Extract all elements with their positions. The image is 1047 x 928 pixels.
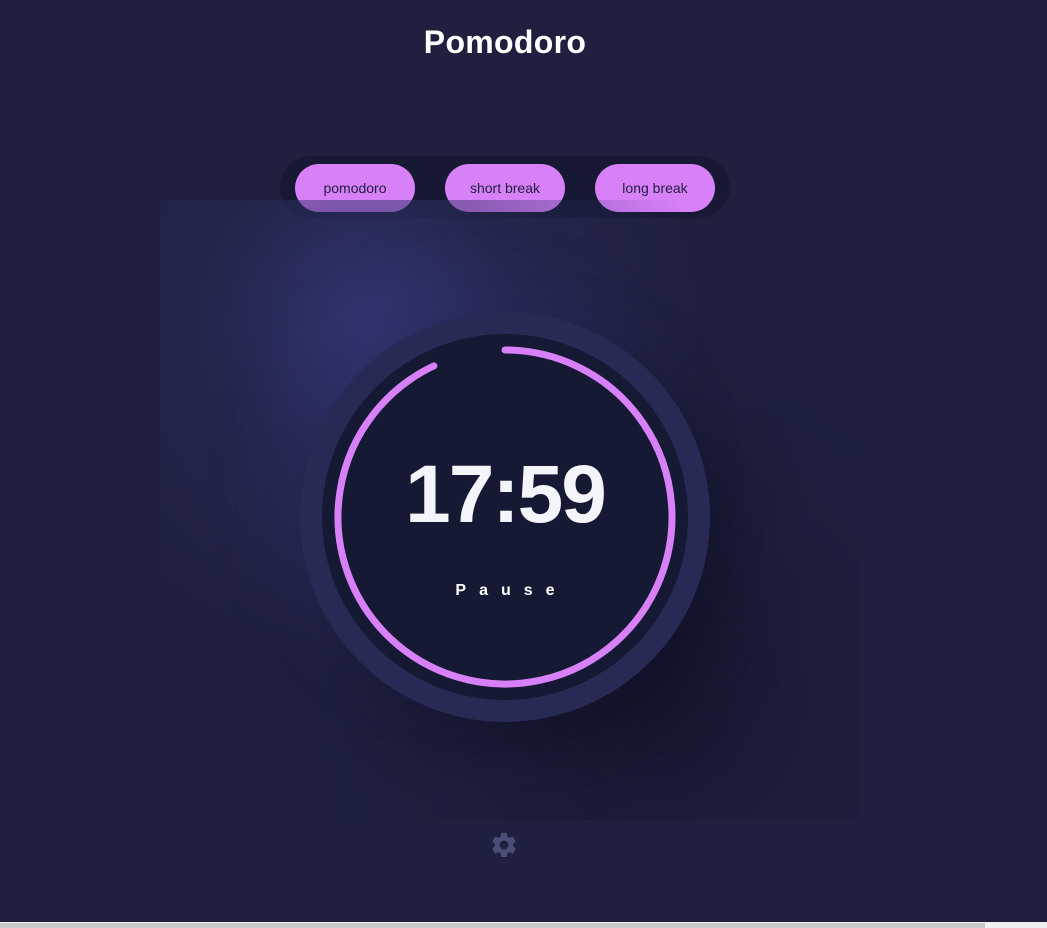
gear-icon[interactable]	[489, 830, 519, 860]
mode-short-break-button[interactable]: short break	[445, 164, 565, 212]
mode-pomodoro-button[interactable]: pomodoro	[295, 164, 415, 212]
timer-display: 17:59	[405, 449, 607, 540]
page-title: Pomodoro	[423, 24, 587, 60]
mode-selector: pomodoro short break long break	[280, 156, 730, 218]
pomodoro-app: Pomodoro pomodoro short break long break…	[0, 0, 1047, 928]
pause-button[interactable]: Pause	[322, 582, 688, 600]
mode-long-break-button[interactable]: long break	[595, 164, 715, 212]
horizontal-scrollbar-thumb[interactable]	[0, 923, 985, 928]
